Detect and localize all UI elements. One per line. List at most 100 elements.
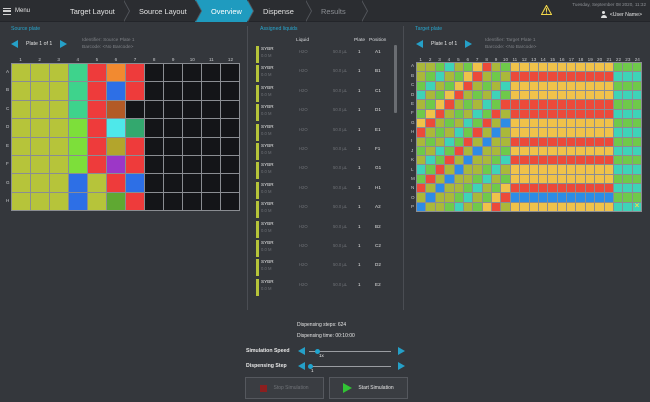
target-well[interactable] <box>501 63 510 72</box>
target-well[interactable] <box>454 193 463 202</box>
target-well[interactable] <box>445 128 454 137</box>
source-well[interactable] <box>221 137 239 155</box>
target-well[interactable] <box>445 109 454 118</box>
target-well[interactable] <box>529 193 538 202</box>
target-well[interactable] <box>454 100 463 109</box>
target-well[interactable] <box>426 90 435 100</box>
target-well[interactable] <box>501 174 510 184</box>
target-well[interactable] <box>576 81 585 90</box>
target-well[interactable] <box>567 72 576 81</box>
target-well[interactable] <box>623 174 632 184</box>
target-well[interactable] <box>613 202 623 211</box>
target-well[interactable] <box>510 156 520 165</box>
source-well[interactable] <box>88 137 106 155</box>
target-well[interactable] <box>417 156 426 165</box>
list-item[interactable]: SYBR 0.0 M H2O 50.0 µL 1 F1 <box>254 142 398 161</box>
target-well[interactable] <box>463 63 473 72</box>
source-well[interactable] <box>88 174 106 192</box>
target-well[interactable] <box>557 137 566 146</box>
target-well[interactable] <box>510 81 520 90</box>
target-well[interactable] <box>623 81 632 90</box>
target-well[interactable] <box>623 100 632 109</box>
target-well[interactable] <box>435 81 445 90</box>
source-well[interactable] <box>69 192 87 210</box>
target-well[interactable] <box>548 100 557 109</box>
target-well[interactable] <box>595 90 604 100</box>
target-well[interactable] <box>445 90 454 100</box>
target-well[interactable] <box>454 184 463 193</box>
target-well[interactable] <box>426 184 435 193</box>
target-well[interactable] <box>567 90 576 100</box>
target-well[interactable] <box>567 128 576 137</box>
target-well[interactable] <box>613 100 623 109</box>
source-well[interactable] <box>50 82 68 100</box>
target-well[interactable] <box>492 137 501 146</box>
next-plate-arrow-icon[interactable] <box>465 40 473 48</box>
source-well[interactable] <box>221 174 239 192</box>
target-well[interactable] <box>473 72 482 81</box>
source-well[interactable] <box>145 82 163 100</box>
target-well[interactable] <box>417 202 426 211</box>
target-well[interactable] <box>557 202 566 211</box>
target-well[interactable] <box>482 174 491 184</box>
target-well[interactable] <box>473 137 482 146</box>
target-well[interactable] <box>482 81 491 90</box>
source-well[interactable] <box>69 119 87 137</box>
target-well[interactable] <box>501 109 510 118</box>
list-item[interactable]: SYBR 0.0 M H2O 50.0 µL 1 C2 <box>254 239 398 258</box>
target-well[interactable] <box>632 156 641 165</box>
target-well[interactable] <box>445 81 454 90</box>
target-well[interactable] <box>567 146 576 156</box>
target-well[interactable] <box>445 174 454 184</box>
source-well[interactable] <box>12 119 30 137</box>
source-well[interactable] <box>31 155 49 174</box>
target-well[interactable] <box>623 63 632 72</box>
target-well[interactable] <box>445 100 454 109</box>
target-well[interactable] <box>623 156 632 165</box>
target-well[interactable] <box>492 109 501 118</box>
target-well[interactable] <box>501 193 510 202</box>
target-well[interactable] <box>463 165 473 174</box>
target-well[interactable] <box>510 165 520 174</box>
target-well[interactable] <box>632 72 641 81</box>
target-well[interactable] <box>548 81 557 90</box>
target-well[interactable] <box>463 184 473 193</box>
source-well[interactable] <box>221 155 239 174</box>
target-well[interactable] <box>576 146 585 156</box>
source-well[interactable] <box>12 174 30 192</box>
target-well[interactable] <box>548 202 557 211</box>
target-well[interactable] <box>463 146 473 156</box>
target-well[interactable] <box>548 128 557 137</box>
target-well[interactable] <box>463 72 473 81</box>
dispensing-step-track[interactable] <box>309 366 391 367</box>
target-well[interactable] <box>548 118 557 128</box>
source-well[interactable] <box>107 192 125 210</box>
target-well[interactable] <box>445 118 454 128</box>
source-well[interactable] <box>31 82 49 100</box>
target-well[interactable] <box>595 109 604 118</box>
target-well[interactable] <box>520 100 529 109</box>
target-well[interactable] <box>426 156 435 165</box>
step-target-layout[interactable]: Target Layout <box>54 0 130 22</box>
target-well[interactable] <box>623 90 632 100</box>
source-well[interactable] <box>88 64 106 82</box>
target-well[interactable] <box>426 128 435 137</box>
target-well[interactable] <box>567 118 576 128</box>
target-well[interactable] <box>613 146 623 156</box>
source-well[interactable] <box>221 100 239 119</box>
target-well[interactable] <box>482 202 491 211</box>
target-well[interactable] <box>510 90 520 100</box>
target-well[interactable] <box>417 90 426 100</box>
target-well[interactable] <box>632 118 641 128</box>
target-well[interactable] <box>595 146 604 156</box>
target-well[interactable] <box>557 63 566 72</box>
target-well[interactable] <box>482 90 491 100</box>
target-well[interactable] <box>492 165 501 174</box>
target-well[interactable] <box>454 156 463 165</box>
source-well[interactable] <box>221 192 239 210</box>
target-well[interactable] <box>426 63 435 72</box>
target-well[interactable] <box>538 72 548 81</box>
target-well[interactable] <box>501 118 510 128</box>
target-well[interactable] <box>613 184 623 193</box>
target-well[interactable] <box>482 137 491 146</box>
